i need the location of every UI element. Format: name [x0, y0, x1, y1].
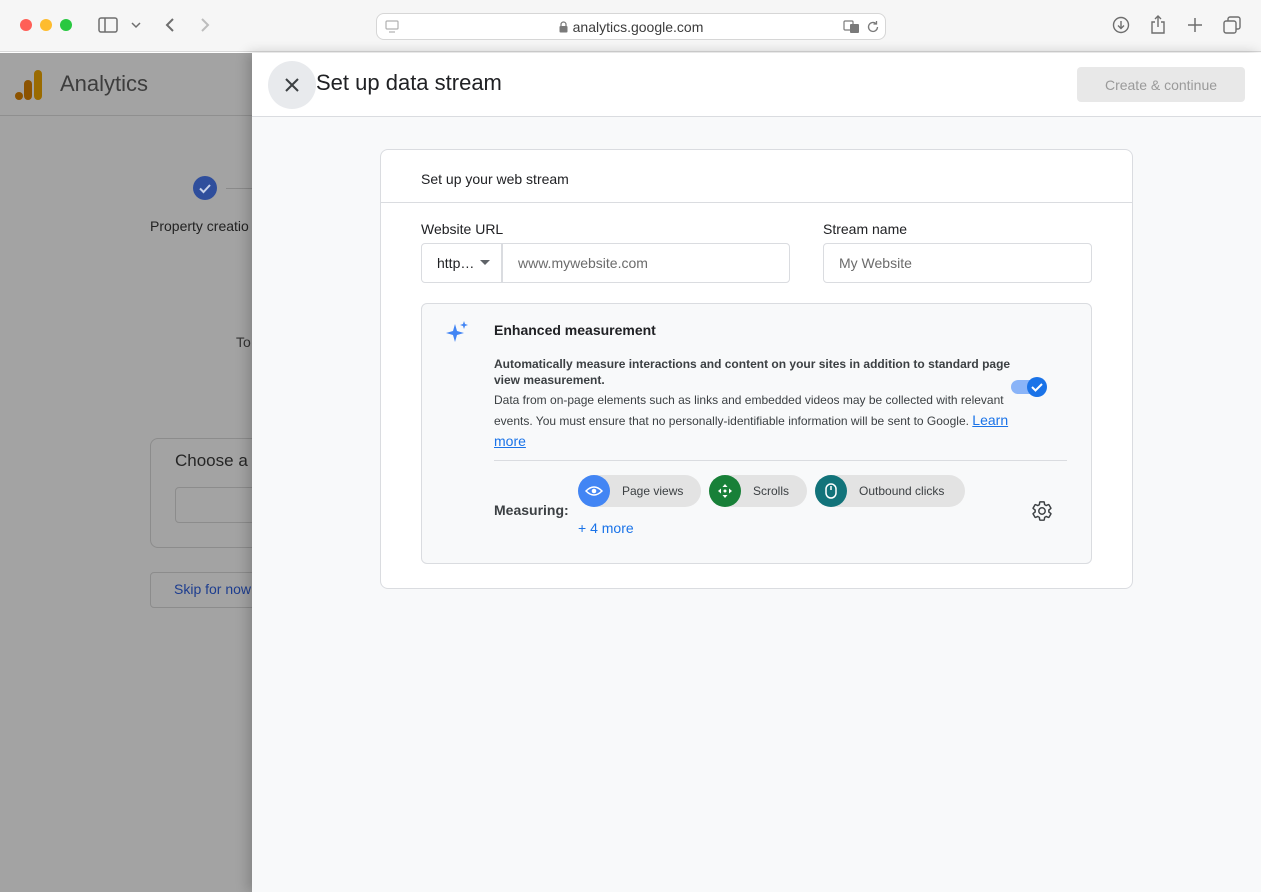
background-card-title: Choose a p: [175, 451, 262, 470]
window-zoom-button[interactable]: [60, 19, 72, 31]
website-url-label: Website URL: [421, 221, 504, 237]
chip-label: Outbound clicks: [859, 484, 945, 498]
translate-icon[interactable]: [843, 20, 861, 39]
skip-button-label: Skip for now: [174, 581, 252, 597]
settings-gear-icon[interactable]: [1029, 498, 1055, 524]
dropdown-arrow-icon: [480, 260, 491, 266]
create-continue-button[interactable]: Create & continue: [1077, 67, 1245, 102]
tab-overview-icon[interactable]: [1222, 15, 1242, 35]
step-label: Property creatio: [150, 218, 249, 234]
url-text: analytics.google.com: [572, 18, 704, 35]
stream-name-field[interactable]: [823, 243, 1092, 283]
measuring-label: Measuring:: [494, 502, 569, 518]
chip-scrolls: Scrolls: [709, 475, 807, 507]
share-icon[interactable]: [1148, 14, 1168, 36]
divider: [494, 460, 1067, 461]
chevron-down-icon[interactable]: [130, 18, 142, 32]
move-arrows-icon: [709, 475, 741, 507]
card-title: Set up your web stream: [421, 171, 569, 187]
enhanced-measurement-toggle[interactable]: [1011, 376, 1047, 397]
download-icon[interactable]: [1111, 15, 1131, 35]
back-icon[interactable]: [160, 15, 180, 35]
panel-header: Set up data stream Create & continue: [252, 53, 1261, 117]
chip-page-views: Page views: [578, 475, 701, 507]
more-events-link[interactable]: + 4 more: [578, 520, 634, 536]
forward-icon[interactable]: [195, 15, 215, 35]
eye-icon: [578, 475, 610, 507]
chip-label: Scrolls: [753, 484, 790, 498]
enhanced-measurement-section: Enhanced measurement Automatically measu…: [421, 303, 1092, 564]
lock-icon: [559, 20, 568, 33]
close-icon: [284, 77, 300, 93]
protocol-select[interactable]: http…: [421, 243, 502, 283]
website-url-input[interactable]: [503, 244, 789, 282]
window-minimize-button[interactable]: [40, 19, 52, 31]
mouse-icon: [815, 475, 847, 507]
close-panel-button[interactable]: [268, 61, 316, 109]
sidebar-icon[interactable]: [97, 16, 119, 34]
enhanced-measurement-title: Enhanced measurement: [494, 322, 656, 338]
reload-icon[interactable]: [866, 20, 880, 39]
new-tab-icon[interactable]: [1185, 15, 1205, 35]
sparkle-icon: [446, 320, 470, 349]
analytics-logo-icon: [14, 69, 44, 106]
description-text: Data from on-page elements such as links…: [494, 393, 1004, 428]
protocol-value: http…: [437, 255, 475, 271]
website-url-field[interactable]: [502, 243, 790, 283]
panel-title: Set up data stream: [316, 70, 502, 95]
step-complete-icon: [193, 176, 217, 200]
chip-label: Page views: [622, 484, 684, 498]
chip-outbound-clicks: Outbound clicks: [815, 475, 965, 507]
address-bar[interactable]: analytics.google.com: [376, 13, 886, 40]
stream-name-label: Stream name: [823, 221, 908, 237]
url-display: analytics.google.com: [377, 14, 885, 39]
app-title: Analytics: [60, 71, 149, 96]
browser-toolbar: analytics.google.com: [0, 0, 1261, 52]
data-stream-panel: Set up data stream Create & continue Set…: [252, 53, 1261, 892]
enhanced-measurement-description: Data from on-page elements such as links…: [494, 390, 1014, 452]
web-stream-card: Set up your web stream Website URL http……: [380, 149, 1133, 589]
stream-name-input[interactable]: [824, 244, 1091, 282]
background-text: To: [236, 334, 251, 350]
card-header: Set up your web stream: [381, 150, 1132, 203]
enhanced-measurement-summary: Automatically measure interactions and c…: [494, 357, 1011, 387]
window-close-button[interactable]: [20, 19, 32, 31]
